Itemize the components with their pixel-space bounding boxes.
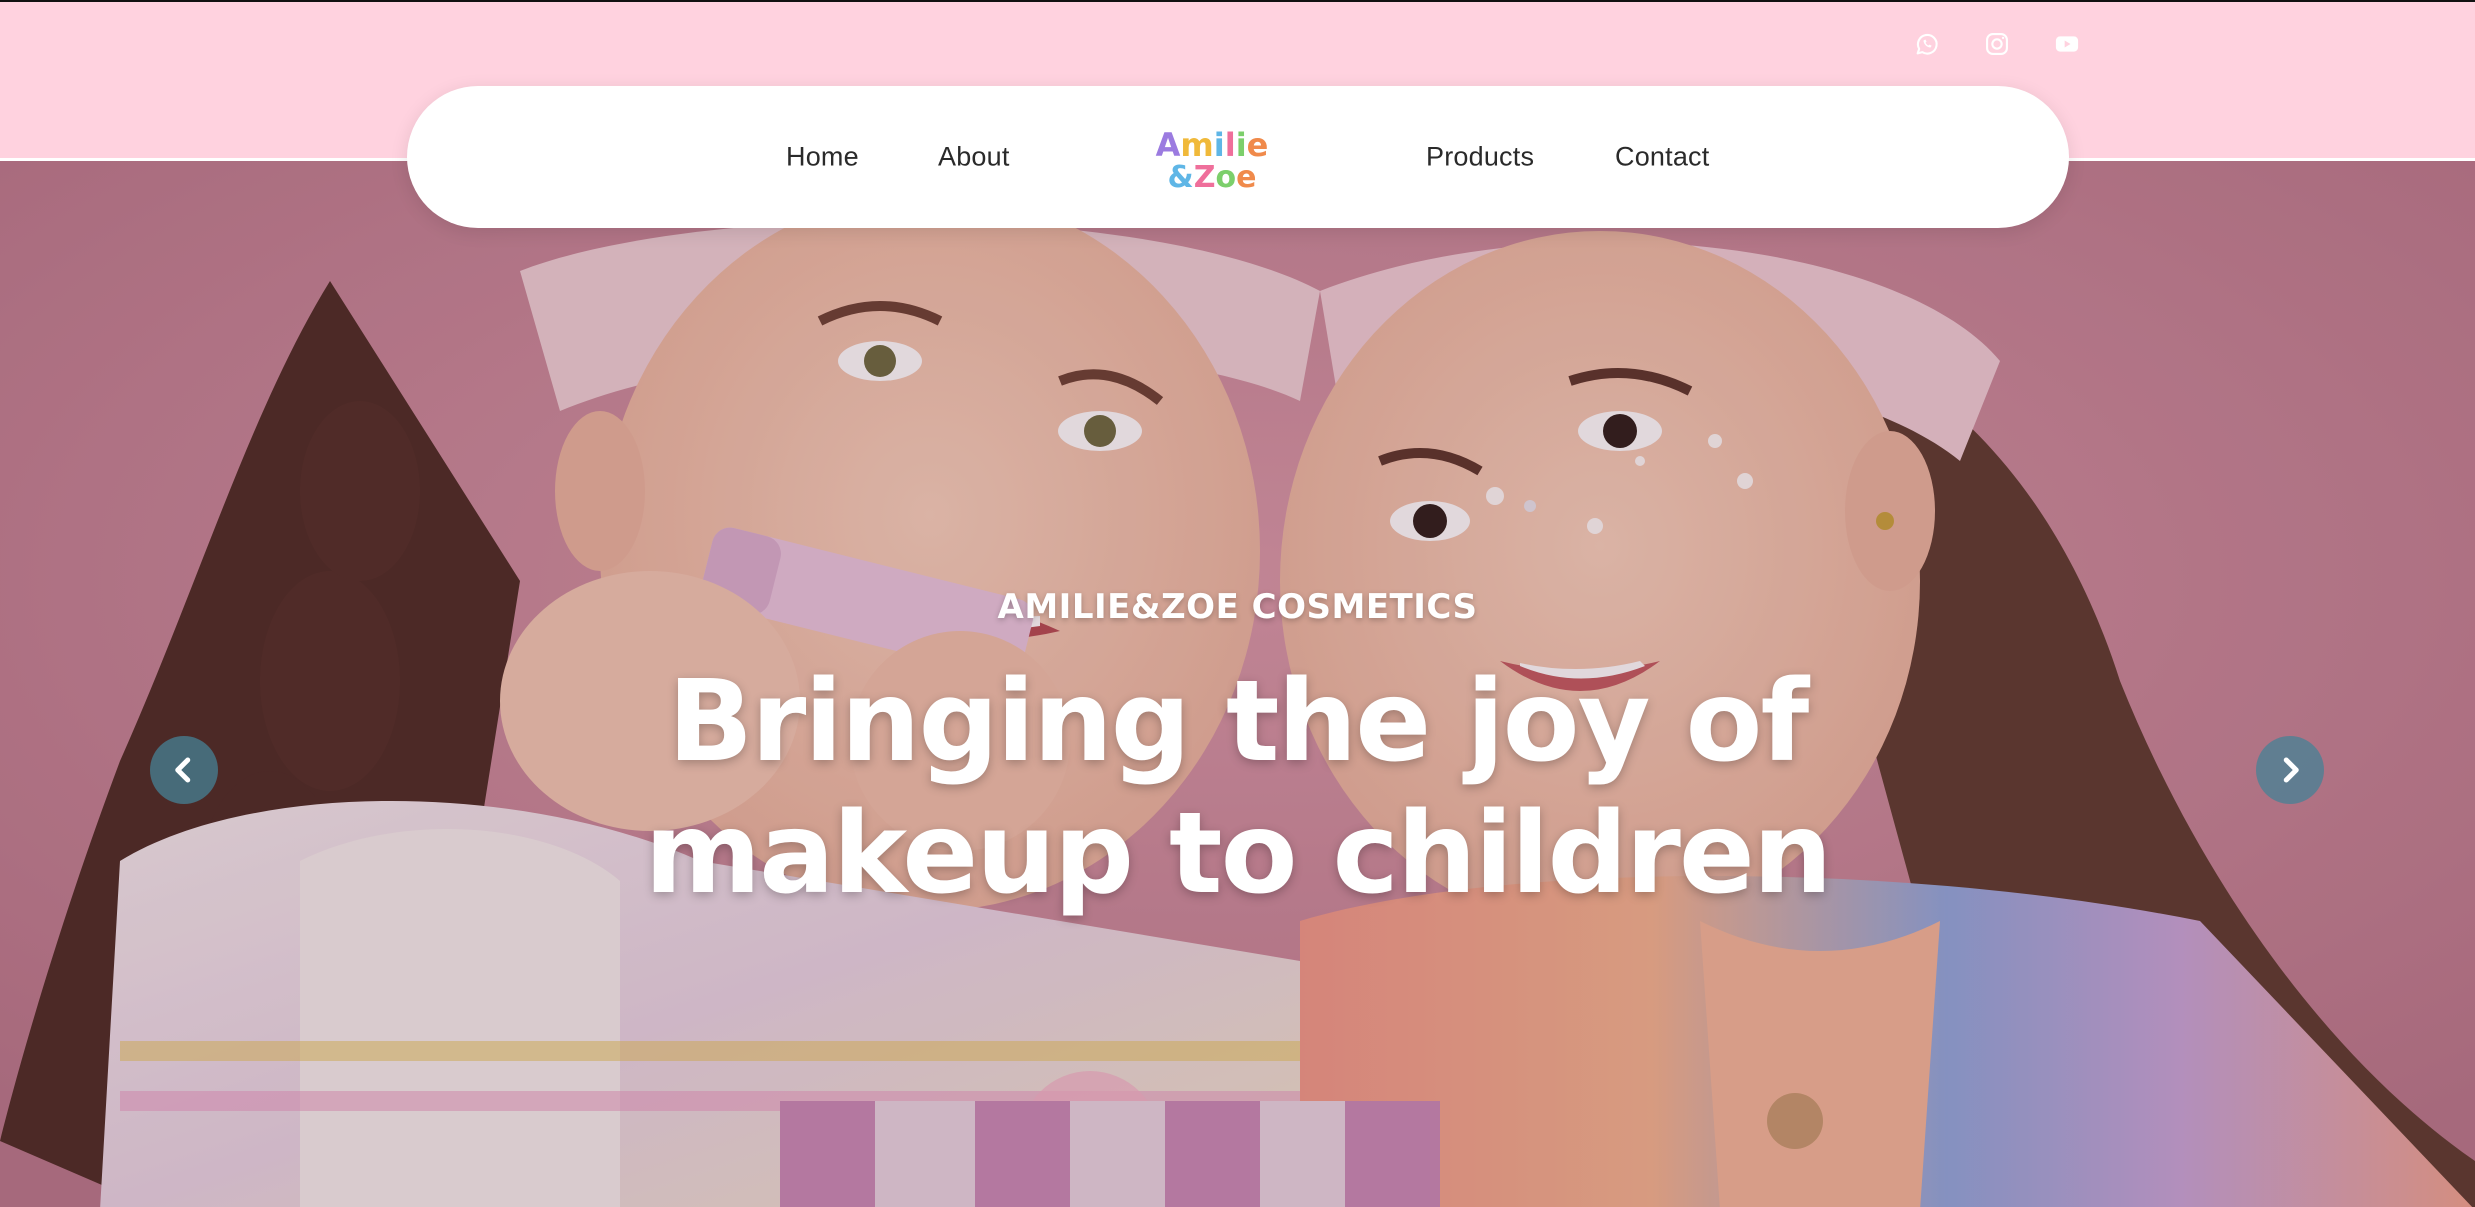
hero-headline-line2: makeup to children bbox=[644, 789, 1832, 919]
logo-line1: Amilie bbox=[1156, 126, 1269, 164]
page: AMILIE&ZOE COSMETICS Bringing the joy of… bbox=[0, 0, 2475, 1207]
hero-eyebrow: AMILIE&ZOE COSMETICS bbox=[997, 587, 1478, 627]
logo-line2: &Zoe bbox=[1168, 160, 1257, 190]
whatsapp-icon[interactable] bbox=[1911, 28, 1943, 60]
hero-headline: Bringing the joy of makeup to children bbox=[0, 656, 2475, 920]
logo-wordmark: Amilie &Zoe bbox=[1156, 126, 1269, 195]
nav-contact-link[interactable]: Contact bbox=[1615, 142, 1709, 173]
carousel-next-button[interactable] bbox=[2256, 736, 2324, 804]
nav-home-link[interactable]: Home bbox=[786, 142, 859, 173]
instagram-icon[interactable] bbox=[1981, 28, 2013, 60]
hero-headline-line1: Bringing the joy of bbox=[667, 657, 1809, 787]
hero-banner: AMILIE&ZOE COSMETICS Bringing the joy of… bbox=[0, 158, 2475, 1207]
nav-about-link[interactable]: About bbox=[938, 142, 1010, 173]
main-navigation: Home About Amilie &Zoe Products Contact bbox=[407, 86, 2069, 228]
chevron-left-icon bbox=[175, 757, 191, 783]
brand-logo[interactable]: Amilie &Zoe bbox=[1142, 126, 1282, 195]
youtube-icon[interactable] bbox=[2051, 28, 2083, 60]
nav-products-link[interactable]: Products bbox=[1426, 142, 1534, 173]
social-links bbox=[1911, 28, 2083, 60]
chevron-right-icon bbox=[2283, 757, 2299, 783]
carousel-prev-button[interactable] bbox=[150, 736, 218, 804]
